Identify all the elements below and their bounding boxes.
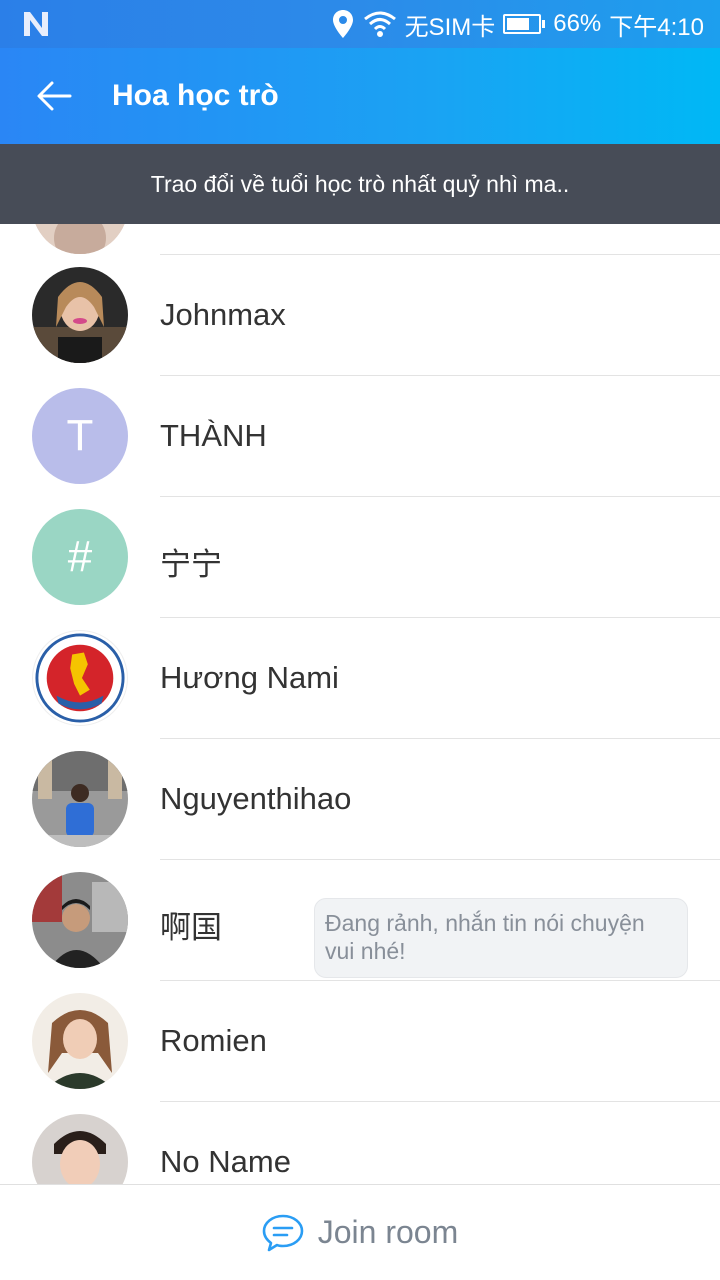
status-bar: 无SIM卡 66% 下午4:10	[0, 0, 720, 48]
list-item[interactable]: # 宁宁	[0, 497, 720, 618]
battery-percent: 66%	[553, 10, 602, 37]
member-name: 宁宁	[160, 547, 222, 582]
member-name: No Name	[160, 1144, 291, 1179]
avatar: T	[32, 388, 128, 484]
avatar	[32, 224, 128, 254]
join-room-button[interactable]: Join room	[0, 1184, 720, 1280]
avatar	[32, 1114, 128, 1184]
member-name: Hương Nami	[160, 660, 339, 695]
list-item[interactable]: No Name	[0, 1102, 720, 1184]
clock: 下午4:10	[609, 13, 704, 41]
join-room-label: Join room	[317, 1214, 459, 1250]
avatar-initial: T	[66, 411, 94, 460]
back-arrow-icon	[37, 81, 72, 111]
avatar	[32, 993, 128, 1089]
list-item[interactable]: Nguyenthihao	[0, 739, 720, 860]
member-list[interactable]: Johnmax T THÀNH # 宁宁 Hương Nami Nguyenth…	[0, 224, 720, 1184]
status-message-text: Đang rảnh, nhắn tin nói chuyện vui nhé!	[325, 910, 645, 964]
list-item[interactable]: T THÀNH	[0, 376, 720, 497]
avatar	[32, 872, 128, 968]
avatar	[32, 267, 128, 363]
chat-bubble-icon	[262, 1214, 304, 1251]
member-name: Johnmax	[160, 297, 286, 332]
list-item[interactable]: Johnmax	[0, 255, 720, 376]
avatar-initial: #	[67, 532, 93, 581]
member-name: THÀNH	[160, 418, 267, 453]
carrier-text: 无SIM卡	[404, 13, 496, 41]
avatar	[32, 751, 128, 847]
list-item[interactable]: Romien	[0, 981, 720, 1102]
member-name: 啊国	[160, 910, 222, 945]
room-description: Trao đổi về tuổi học trò nhất quỷ nhì ma…	[0, 144, 720, 224]
app-bar: Hoa học trò	[0, 48, 720, 144]
location-icon	[331, 9, 355, 39]
list-item[interactable]: Hương Nami	[0, 618, 720, 739]
status-message-bubble: Đang rảnh, nhắn tin nói chuyện vui nhé!	[314, 898, 688, 978]
battery-icon	[503, 14, 546, 34]
back-button[interactable]	[30, 74, 78, 118]
member-name: Nguyenthihao	[160, 781, 352, 816]
emblem-avatar	[32, 630, 128, 726]
wifi-icon	[363, 9, 397, 39]
member-name: Romien	[160, 1023, 267, 1058]
avatar: #	[32, 509, 128, 605]
room-description-text: Trao đổi về tuổi học trò nhất quỷ nhì ma…	[150, 170, 570, 197]
page-title: Hoa học trò	[112, 79, 279, 112]
notification-n-icon	[20, 8, 52, 40]
list-item[interactable]	[0, 224, 720, 255]
